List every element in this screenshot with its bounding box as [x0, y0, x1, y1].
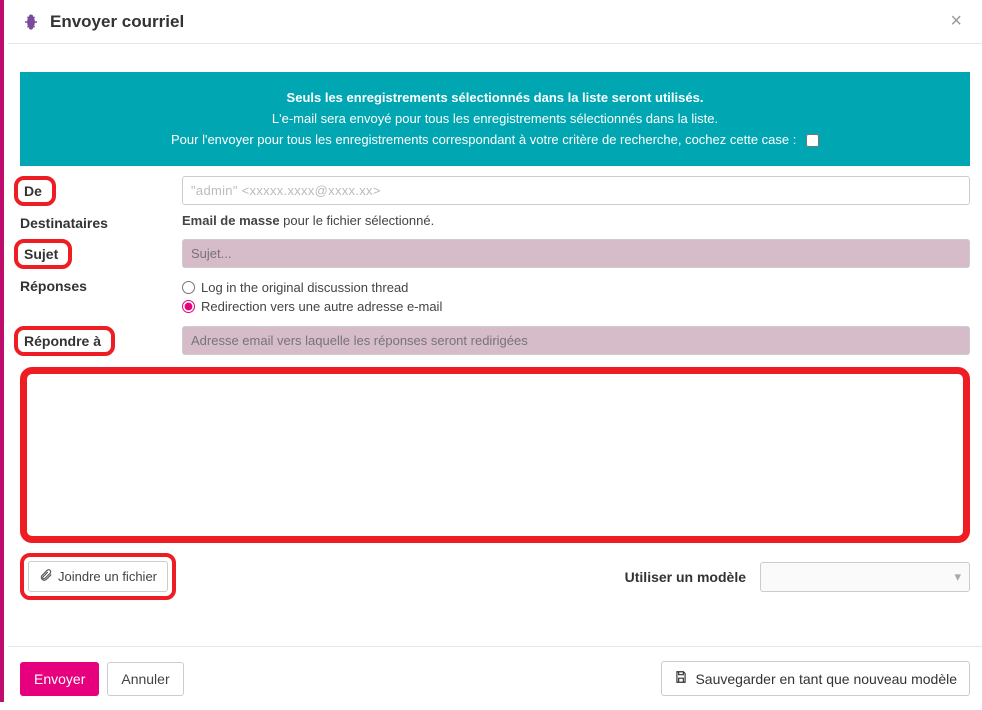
- save-as-template-label: Sauvegarder en tant que nouveau modèle: [695, 671, 957, 687]
- send-button[interactable]: Envoyer: [20, 662, 99, 696]
- save-as-template-button[interactable]: Sauvegarder en tant que nouveau modèle: [661, 661, 970, 696]
- label-reply-to: Répondre à: [14, 326, 115, 356]
- paperclip-icon: [39, 568, 53, 585]
- label-recipients: Destinataires: [20, 209, 170, 231]
- dialog-footer: Envoyer Annuler Sauvegarder en tant que …: [8, 646, 982, 710]
- recipients-rest: pour le fichier sélectionné.: [280, 213, 435, 228]
- reply-radio-redirect-label: Redirection vers une autre adresse e-mai…: [201, 299, 442, 314]
- banner-line-3: Pour l'envoyer pour tous les enregistrem…: [40, 130, 950, 151]
- recipients-text: Email de masse pour le fichier sélection…: [182, 213, 434, 228]
- attach-file-button[interactable]: Joindre un fichier: [28, 561, 168, 592]
- select-all-checkbox[interactable]: [806, 134, 819, 147]
- recipients-bold: Email de masse: [182, 213, 280, 228]
- banner-line-2: L'e-mail sera envoyé pour tous les enreg…: [40, 109, 950, 130]
- template-select[interactable]: ▾: [760, 562, 970, 592]
- label-from: De: [14, 176, 56, 206]
- reply-option-redirect[interactable]: Redirection vers une autre adresse e-mai…: [182, 299, 970, 314]
- reply-radio-redirect[interactable]: [182, 300, 195, 313]
- reply-radio-log[interactable]: [182, 281, 195, 294]
- reply-to-input[interactable]: [182, 326, 970, 355]
- use-template-label: Utiliser un modèle: [625, 569, 746, 585]
- subject-input[interactable]: [182, 239, 970, 268]
- email-body-editor[interactable]: [20, 367, 970, 543]
- label-subject: Sujet: [14, 239, 72, 269]
- dialog-header: Envoyer courriel ×: [8, 0, 982, 44]
- banner-line-3-text: Pour l'envoyer pour tous les enregistrem…: [171, 132, 796, 147]
- info-banner: Seuls les enregistrements sélectionnés d…: [20, 72, 970, 166]
- dialog-title: Envoyer courriel: [50, 12, 184, 32]
- attach-highlight: Joindre un fichier: [20, 553, 176, 600]
- banner-line-1: Seuls les enregistrements sélectionnés d…: [40, 88, 950, 109]
- label-replies: Réponses: [20, 272, 170, 294]
- chevron-down-icon: ▾: [954, 569, 961, 585]
- cancel-button[interactable]: Annuler: [107, 662, 183, 696]
- save-icon: [674, 670, 688, 687]
- from-value: "admin" <xxxxx.xxxx@xxxx.xx>: [191, 183, 381, 198]
- from-input[interactable]: "admin" <xxxxx.xxxx@xxxx.xx>: [182, 176, 970, 205]
- attach-file-label: Joindre un fichier: [58, 569, 157, 584]
- close-icon[interactable]: ×: [944, 10, 968, 33]
- reply-radio-log-label: Log in the original discussion thread: [201, 280, 408, 295]
- left-accent-bar: [0, 0, 4, 702]
- reply-option-log[interactable]: Log in the original discussion thread: [182, 280, 970, 295]
- bug-icon: [22, 13, 40, 31]
